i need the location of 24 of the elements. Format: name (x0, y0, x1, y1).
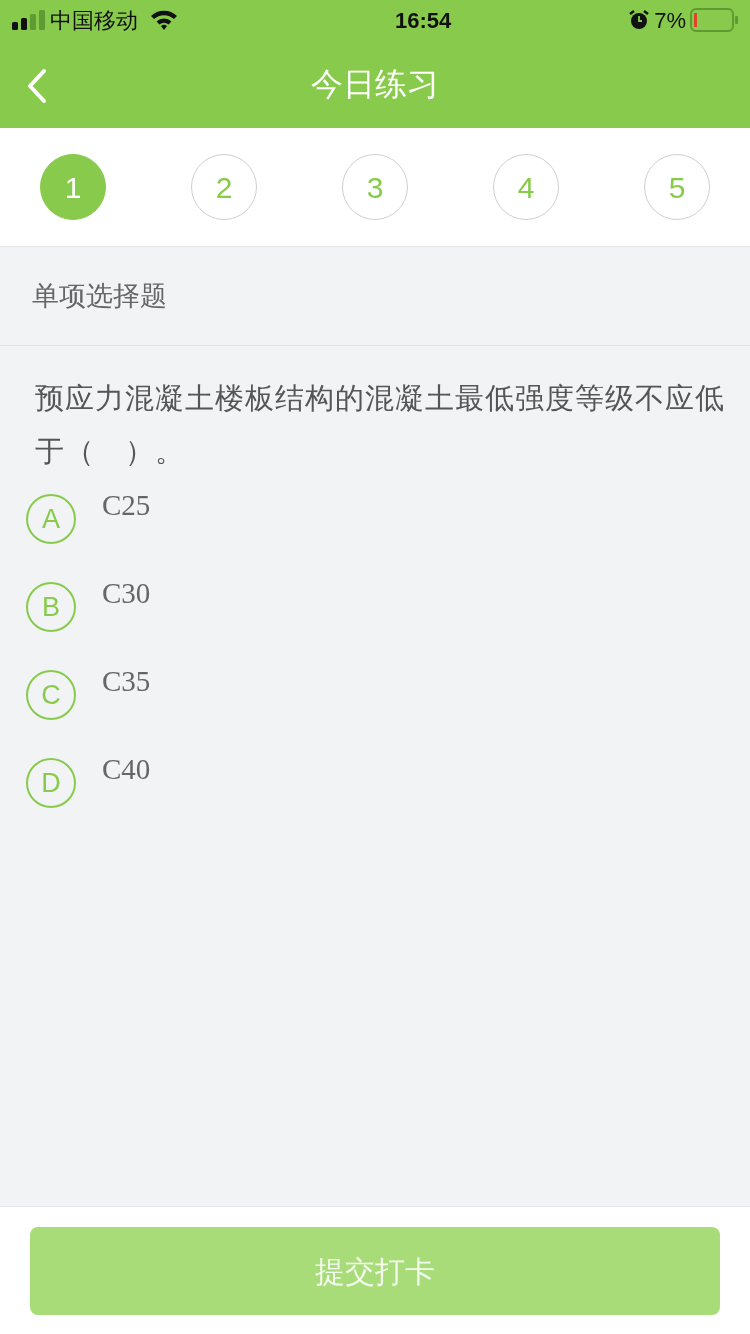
signal-icon (12, 10, 46, 30)
page-title: 今日练习 (311, 65, 439, 104)
option-text[interactable]: C30 (102, 576, 151, 610)
battery-percent: 7% (654, 6, 686, 35)
question-text: 预应力混凝土楼板结构的混凝土最低强度等级不应低于（ ）。 (34, 381, 726, 469)
back-icon (26, 68, 48, 104)
option-letter[interactable]: B (26, 582, 76, 632)
option-letter[interactable]: C (26, 670, 76, 720)
question-number-button[interactable]: 2 (191, 154, 257, 220)
option-letter[interactable]: D (26, 758, 76, 808)
option-letter[interactable]: A (26, 494, 76, 544)
option-text[interactable]: C40 (102, 752, 151, 786)
alarm-icon (628, 9, 651, 31)
section-title: 单项选择题 (32, 279, 167, 313)
battery-icon (690, 8, 738, 32)
clock-time: 16:54 (394, 6, 452, 35)
question-number-button[interactable]: 5 (644, 154, 710, 220)
option-text[interactable]: C35 (102, 664, 151, 698)
question-number-button[interactable]: 1 (40, 154, 106, 220)
wifi-icon (150, 9, 178, 31)
question-number-button[interactable]: 3 (342, 154, 408, 220)
question-number-button[interactable]: 4 (493, 154, 559, 220)
carrier-name: 中国移动 (50, 6, 138, 35)
option-text[interactable]: C25 (102, 488, 151, 522)
